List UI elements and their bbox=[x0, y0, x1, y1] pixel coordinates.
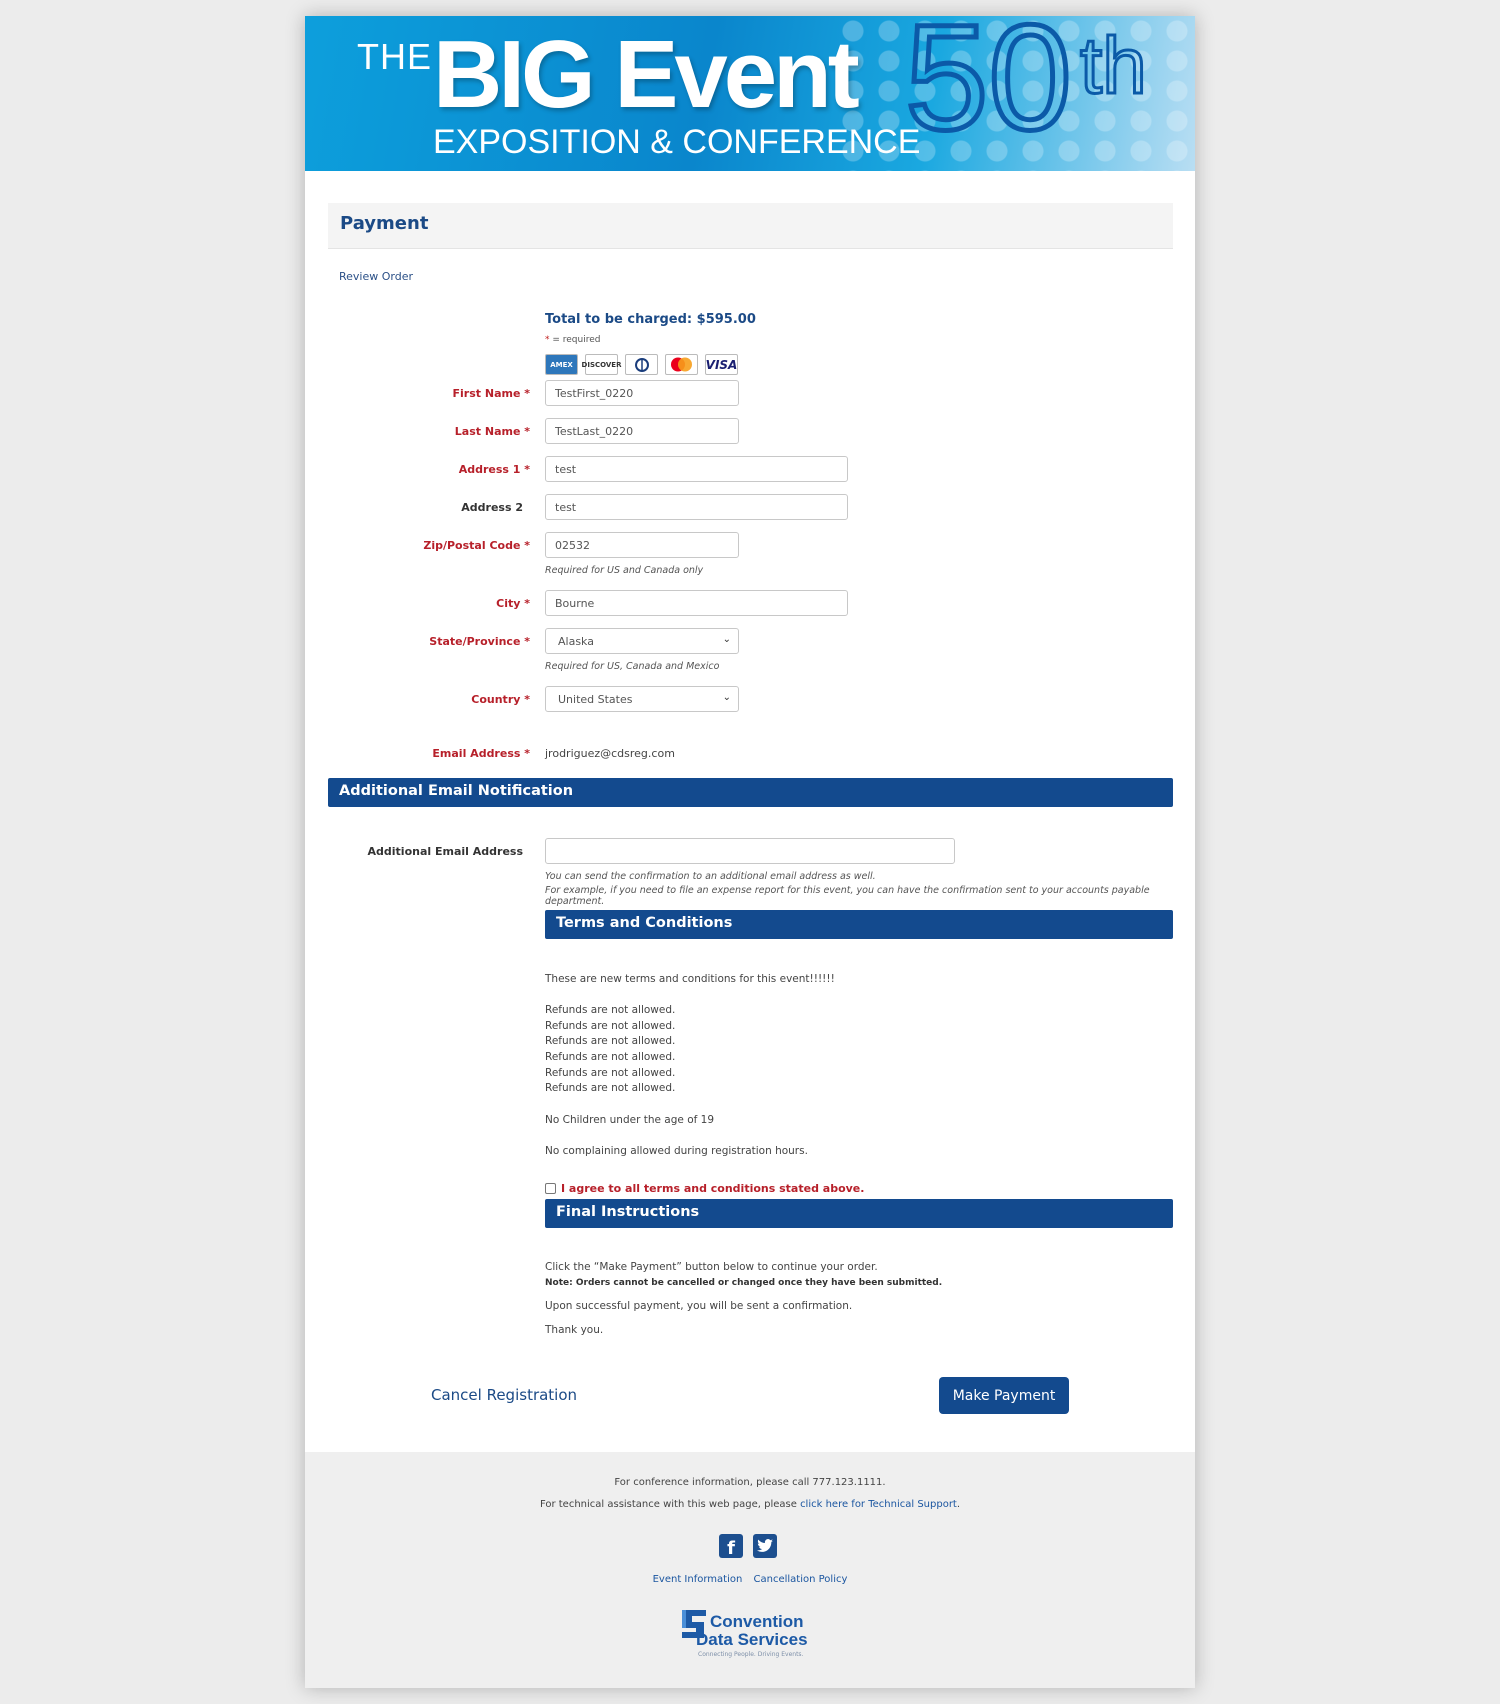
card-logos: AMEX DISCOVER VISA bbox=[545, 354, 738, 375]
agree-terms[interactable]: I agree to all terms and conditions stat… bbox=[545, 1182, 864, 1195]
footer-tech: For technical assistance with this web p… bbox=[305, 1499, 1195, 1510]
banner-the: THE bbox=[357, 36, 432, 77]
terms-refund: Refunds are not allowed. bbox=[545, 1067, 676, 1079]
chevron-down-icon: ⌄ bbox=[722, 634, 731, 645]
diners-card-icon bbox=[625, 354, 658, 375]
zip-input[interactable] bbox=[545, 532, 739, 558]
cancellation-policy-link[interactable]: Cancellation Policy bbox=[754, 1574, 848, 1585]
address1-input[interactable] bbox=[545, 456, 848, 482]
banner-big-event: BIG Event bbox=[433, 21, 860, 128]
final-note: Note: Orders cannot be cancelled or chan… bbox=[545, 1278, 943, 1288]
amex-card-icon: AMEX bbox=[545, 354, 578, 375]
footer: For conference information, please call … bbox=[305, 1452, 1195, 1688]
additional-email-hint-1: You can send the confirmation to an addi… bbox=[545, 871, 876, 882]
agree-label[interactable]: I agree to all terms and conditions stat… bbox=[561, 1182, 864, 1195]
state-select[interactable]: Alaska ⌄ bbox=[545, 628, 739, 654]
last-name-label: Last Name * bbox=[454, 425, 530, 438]
terms-refund: Refunds are not allowed. bbox=[545, 1051, 676, 1063]
address2-input[interactable] bbox=[545, 494, 848, 520]
state-label: State/Province * bbox=[429, 635, 530, 648]
mastercard-card-icon bbox=[665, 354, 698, 375]
discover-card-icon: DISCOVER bbox=[582, 354, 621, 375]
first-name-label: First Name * bbox=[452, 387, 530, 400]
page-title: Payment bbox=[328, 203, 1173, 249]
tech-support-link[interactable]: click here for Technical Support bbox=[800, 1499, 957, 1510]
cds-logo-line1: Convention bbox=[710, 1612, 804, 1631]
diners-mark bbox=[634, 357, 649, 372]
event-banner: THE BIG Event EXPOSITION & CONFERENCE 50… bbox=[305, 16, 1195, 171]
email-label: Email Address * bbox=[432, 747, 530, 760]
additional-email-input[interactable] bbox=[545, 838, 955, 864]
address2-label: Address 2 bbox=[461, 501, 523, 514]
state-select-value: Alaska bbox=[558, 635, 594, 648]
final-line-3: Thank you. bbox=[545, 1324, 604, 1336]
city-input[interactable] bbox=[545, 590, 848, 616]
cds-logo: Convention Data Services Connecting Peop… bbox=[680, 1604, 830, 1674]
terms-complaining: No complaining allowed during registrati… bbox=[545, 1145, 808, 1157]
make-payment-button[interactable]: Make Payment bbox=[939, 1377, 1069, 1414]
terms-children: No Children under the age of 19 bbox=[545, 1114, 715, 1126]
final-line-1: Click the “Make Payment” button below to… bbox=[545, 1261, 878, 1273]
cancel-registration-link[interactable]: Cancel Registration bbox=[431, 1386, 577, 1404]
additional-email-label: Additional Email Address bbox=[367, 845, 523, 858]
terms-refund: Refunds are not allowed. bbox=[545, 1020, 676, 1032]
facebook-icon[interactable]: f bbox=[719, 1534, 743, 1558]
chevron-down-icon: ⌄ bbox=[722, 692, 731, 703]
footer-tech-suffix: . bbox=[956, 1499, 961, 1510]
cds-logo-line2: Data Services bbox=[696, 1630, 808, 1649]
zip-hint: Required for US and Canada only bbox=[545, 565, 704, 576]
banner-subtitle: EXPOSITION & CONFERENCE bbox=[433, 123, 921, 161]
terms-refund: Refunds are not allowed. bbox=[545, 1082, 676, 1094]
footer-tech-prefix: For technical assistance with this web p… bbox=[539, 1499, 801, 1510]
terms-intro: These are new terms and conditions for t… bbox=[545, 973, 835, 985]
additional-email-header: Additional Email Notification bbox=[328, 778, 1173, 807]
additional-email-hint-2: For example, if you need to file an expe… bbox=[545, 885, 1150, 907]
country-select-value: United States bbox=[558, 693, 633, 706]
cds-logo-tagline: Connecting People. Driving Events. bbox=[698, 1651, 804, 1658]
page-container: THE BIG Event EXPOSITION & CONFERENCE 50… bbox=[305, 16, 1195, 1688]
social-links: f bbox=[719, 1534, 777, 1558]
country-select[interactable]: United States ⌄ bbox=[545, 686, 739, 712]
required-text: = required bbox=[549, 335, 601, 345]
banner-th: th bbox=[1079, 21, 1149, 110]
required-note: * = required bbox=[545, 335, 600, 345]
total-charge: Total to be charged: $595.00 bbox=[545, 312, 756, 327]
agree-checkbox[interactable] bbox=[545, 1183, 556, 1194]
footer-info: For conference information, please call … bbox=[614, 1477, 886, 1488]
event-information-link[interactable]: Event Information bbox=[653, 1574, 743, 1585]
terms-refund: Refunds are not allowed. bbox=[545, 1035, 676, 1047]
final-line-2: Upon successful payment, you will be sen… bbox=[545, 1300, 853, 1312]
twitter-icon[interactable] bbox=[753, 1534, 777, 1558]
visa-card-icon: VISA bbox=[705, 354, 738, 375]
terms-header: Terms and Conditions bbox=[545, 910, 1173, 939]
terms-refund: Refunds are not allowed. bbox=[545, 1004, 676, 1016]
email-value: jrodriguez@cdsreg.com bbox=[545, 747, 675, 760]
zip-label: Zip/Postal Code * bbox=[423, 539, 530, 552]
twitter-bird bbox=[757, 1539, 773, 1552]
address1-label: Address 1 * bbox=[458, 463, 530, 476]
footer-links: Event Information Cancellation Policy bbox=[305, 1574, 1195, 1585]
review-order-link[interactable]: Review Order bbox=[339, 270, 413, 283]
country-label: Country * bbox=[471, 693, 530, 706]
state-hint: Required for US, Canada and Mexico bbox=[545, 661, 720, 672]
final-instructions-header: Final Instructions bbox=[545, 1199, 1173, 1228]
last-name-input[interactable] bbox=[545, 418, 739, 444]
city-label: City * bbox=[496, 597, 530, 610]
mastercard-mark bbox=[671, 357, 692, 372]
first-name-input[interactable] bbox=[545, 380, 739, 406]
banner-fifty: 50 bbox=[903, 16, 1075, 161]
